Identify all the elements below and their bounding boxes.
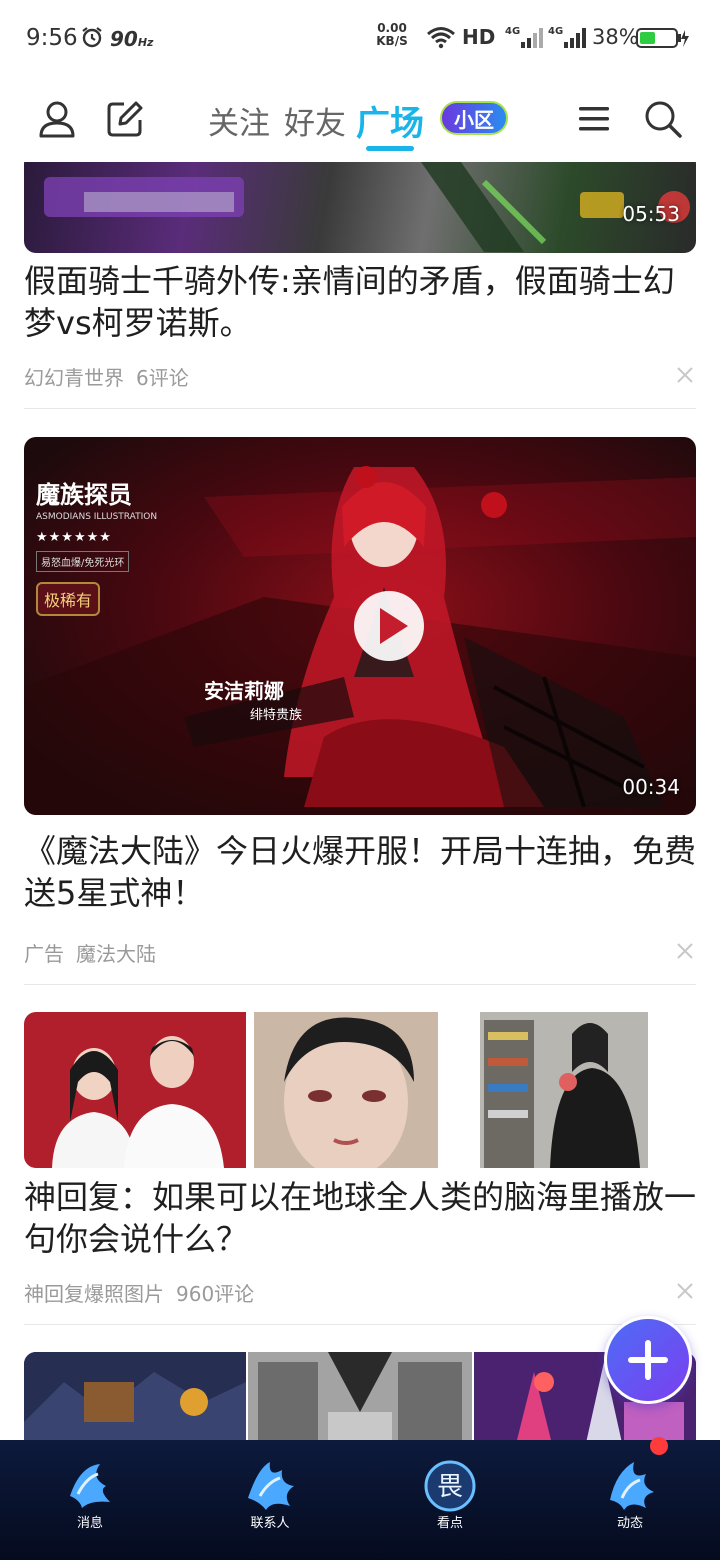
nav-feed[interactable]: 动态 — [540, 1440, 720, 1560]
ad-brand: 魔族探员 — [36, 481, 132, 509]
feed-list[interactable]: 05:53 假面骑士千骑外传:亲情间的矛盾，假面骑士幻梦vs柯罗诺斯。 幻幻青世… — [0, 162, 720, 1440]
post-comments: 6评论 — [136, 366, 189, 390]
signal-icon-2: 4G — [548, 26, 586, 48]
post-meta: 幻幻青世界 6评论 — [24, 362, 201, 391]
wifi-icon — [427, 27, 455, 49]
ad-overlay: 魔族探员 ASMODIANS ILLUSTRATION ★★★★★★ 易怒血爆/… — [36, 475, 206, 616]
ad-skills: 易怒血爆/免死光环 — [36, 551, 130, 572]
video-thumbnail[interactable]: 魔族探员 ASMODIANS ILLUSTRATION ★★★★★★ 易怒血爆/… — [24, 437, 696, 815]
photo-store — [480, 1012, 648, 1168]
video-duration: 00:34 — [622, 775, 680, 799]
alarm-icon — [82, 27, 102, 48]
post-image[interactable] — [480, 1012, 648, 1168]
ad-rarity: 极稀有 — [36, 582, 100, 616]
post-comments: 960评论 — [176, 1282, 255, 1306]
post-author[interactable]: 神回复爆照图片 — [24, 1282, 164, 1306]
signal-icon: 4G — [505, 26, 543, 48]
top-header: 关注 好友 广场 小区 — [0, 76, 720, 162]
post-image[interactable] — [254, 1012, 438, 1168]
post-author[interactable]: 魔法大陆 — [76, 942, 156, 966]
bottom-nav: 消息 联系人 畏 看点 动态 — [0, 1440, 720, 1560]
tab-friends[interactable]: 好友 — [284, 98, 346, 143]
dismiss-icon[interactable] — [676, 366, 694, 384]
divider — [24, 1324, 696, 1325]
tab-square[interactable]: 广场 — [356, 96, 424, 145]
nav-kandian[interactable]: 畏 看点 — [360, 1440, 540, 1560]
ad-brand-sub: ASMODIANS ILLUSTRATION — [36, 512, 158, 522]
photo-game-1 — [24, 1352, 246, 1440]
compose-icon[interactable] — [104, 98, 146, 140]
status-bar: 9:56 90Hz 0.00 KB/S HD 4G 4G 38% — [0, 0, 720, 76]
svg-text:畏: 畏 — [437, 1472, 463, 1502]
feed-icon — [610, 1462, 654, 1510]
notification-dot — [650, 1437, 668, 1455]
video-thumbnail[interactable]: 05:53 — [24, 162, 696, 253]
dismiss-icon[interactable] — [676, 942, 694, 960]
post-image[interactable] — [24, 1012, 246, 1168]
video-still — [44, 162, 690, 252]
active-tab-indicator — [366, 146, 414, 151]
nav-messages[interactable]: 消息 — [0, 1440, 180, 1560]
message-icon — [70, 1464, 110, 1508]
nav-contacts[interactable]: 联系人 — [180, 1440, 360, 1560]
tab-follow[interactable]: 关注 — [208, 98, 270, 143]
menu-icon[interactable] — [574, 98, 616, 140]
battery-icon — [636, 28, 689, 48]
video-duration: 05:53 — [622, 202, 680, 226]
post-meta: 神回复爆照图片 960评论 — [24, 1278, 266, 1307]
post-image[interactable] — [248, 1352, 472, 1440]
ad-character-name: 安洁莉娜 绯特贵族 — [204, 679, 303, 723]
photo-game-2 — [248, 1352, 472, 1440]
post-title[interactable]: 假面骑士千骑外传:亲情间的矛盾，假面骑士幻梦vs柯罗诺斯。 — [24, 260, 696, 344]
contacts-icon — [248, 1462, 294, 1510]
photo-selfie — [254, 1012, 438, 1168]
play-button[interactable] — [354, 591, 424, 661]
post-image[interactable] — [24, 1352, 246, 1440]
hd-indicator: HD — [462, 25, 496, 49]
community-badge[interactable]: 小区 — [440, 101, 508, 135]
photo-couple — [52, 1036, 224, 1168]
battery-percent: 38% — [592, 25, 639, 49]
kandian-icon: 畏 — [424, 1460, 476, 1512]
status-time: 9:56 — [26, 25, 78, 51]
profile-icon[interactable] — [36, 98, 78, 140]
divider — [24, 408, 696, 409]
add-post-button[interactable] — [604, 1316, 692, 1404]
network-speed: 0.00 KB/S — [376, 21, 408, 48]
post-meta: 广告 魔法大陆 — [24, 938, 168, 967]
post-title[interactable]: 神回复：如果可以在地球全人类的脑海里播放一句你会说什么？ — [24, 1176, 696, 1260]
post-author[interactable]: 幻幻青世界 — [24, 366, 124, 390]
refresh-rate: 90Hz — [110, 27, 154, 51]
post-title[interactable]: 《魔法大陆》今日火爆开服！开局十连抽，免费送5星式神！ — [24, 830, 696, 914]
ad-stars: ★★★★★★ — [36, 530, 112, 545]
svg-text:4G: 4G — [548, 26, 563, 37]
divider — [24, 984, 696, 985]
search-icon[interactable] — [642, 98, 684, 140]
svg-text:4G: 4G — [505, 26, 520, 37]
dismiss-icon[interactable] — [676, 1282, 694, 1300]
ad-label: 广告 — [24, 942, 64, 966]
